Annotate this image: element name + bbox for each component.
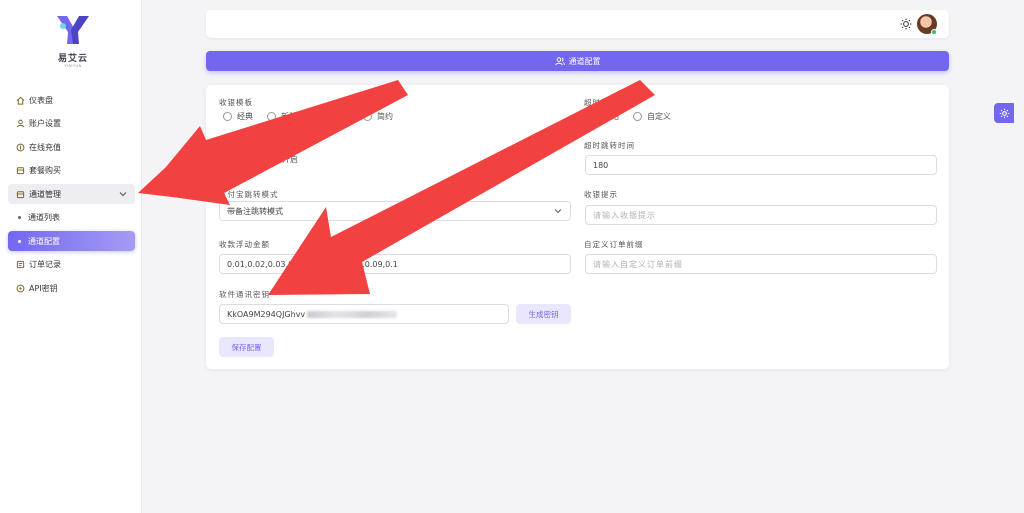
sun-icon[interactable]	[900, 18, 912, 30]
logo: 易艾云 YIAIYUN	[48, 14, 98, 70]
logo-mark-icon	[57, 16, 89, 44]
radio-selected[interactable]	[311, 112, 349, 121]
bullet-icon	[18, 216, 21, 219]
sidebar-item-label: 通道管理	[29, 189, 61, 199]
timeout-mode-radios: 本站 自定义	[589, 111, 685, 122]
sidebar-item-label: 套餐购买	[29, 166, 61, 175]
sidebar-item-channel-manage[interactable]: 通道管理	[8, 184, 135, 204]
redacted-value	[307, 310, 398, 318]
sidebar-item-label: 通道列表	[28, 213, 60, 222]
soft-key-label: 软件通讯密钥	[219, 290, 270, 299]
page-title: 通道配置	[568, 56, 601, 66]
online-status-dot	[931, 29, 937, 35]
chevron-down-icon	[554, 207, 562, 216]
radio-label: 开启	[282, 155, 298, 164]
sidebar-item-label: 在线充值	[29, 142, 61, 152]
sidebar-item-label: API密钥	[29, 283, 58, 293]
package-icon	[15, 166, 25, 176]
radio-label: 新版	[281, 112, 297, 121]
sidebar-item-orders[interactable]: 订单记录	[8, 255, 135, 275]
channel-icon	[15, 189, 25, 199]
bullet-icon	[18, 239, 21, 243]
page-title-banner: 通道配置	[206, 51, 949, 71]
radio-circle	[633, 112, 642, 121]
timeout-time-input[interactable]: 180	[585, 155, 937, 175]
radio-circle	[363, 112, 372, 121]
enable-toggle-row: 开启	[268, 154, 312, 165]
timeout-time-label: 超时跳转时间	[584, 141, 635, 150]
radio-label: 简约	[377, 112, 393, 121]
radio-simple[interactable]: 简约	[363, 111, 393, 122]
sidebar-item-api-key[interactable]: API密钥	[8, 278, 135, 298]
radio-circle	[311, 112, 320, 121]
chevron-down-icon	[119, 190, 127, 199]
select-value: 带备注跳转模式	[227, 206, 283, 216]
customizer-toggle[interactable]	[994, 103, 1014, 123]
cashier-tip-label: 收银提示	[584, 190, 618, 199]
sidebar-item-label: 通道配置	[28, 236, 60, 246]
radio-enable[interactable]: 开启	[268, 154, 298, 165]
brand-name: 易艾云	[57, 54, 88, 64]
order-icon	[15, 260, 25, 270]
sidebar-item-recharge[interactable]: 在线充值	[8, 137, 135, 157]
key-icon	[15, 283, 25, 293]
config-form-card: 收银模板 经典 新版 简约 开启 超时跳转方式 本站 自定义 超时跳转时间 18…	[206, 85, 949, 369]
sidebar-item-channel-list[interactable]: 通道列表	[8, 208, 135, 228]
radio-label: 自定义	[647, 112, 671, 121]
input-value: KkOA9M294QJGhvv	[227, 309, 306, 319]
radio-local[interactable]: 本站	[589, 111, 619, 122]
sidebar: 易艾云 YIAIYUN 仪表盘 账户设置 在线充值 套餐购买 通道管理 通道列表	[0, 0, 142, 513]
sidebar-item-label: 账户设置	[29, 119, 61, 128]
timeout-mode-label: 超时跳转方式	[584, 98, 635, 107]
radio-circle	[267, 112, 276, 121]
radio-circle	[589, 112, 598, 121]
cashier-template-radios: 经典 新版 简约	[223, 111, 407, 122]
custom-prefix-input[interactable]: 请输入自定义订单前缀	[585, 254, 937, 274]
radio-custom[interactable]: 自定义	[633, 111, 671, 122]
sidebar-item-package[interactable]: 套餐购买	[8, 161, 135, 181]
radio-circle	[223, 112, 232, 121]
save-config-button[interactable]: 保存配置	[219, 337, 274, 357]
sidebar-item-dashboard[interactable]: 仪表盘	[8, 90, 135, 110]
soft-key-input[interactable]: KkOA9M294QJGhvv	[219, 304, 509, 324]
custom-prefix-label: 自定义订单前缀	[584, 240, 644, 249]
sidebar-item-account[interactable]: 账户设置	[8, 114, 135, 134]
alipay-mode-label: 支付宝跳转模式	[219, 190, 279, 199]
input-value-start: 0.01,0.02,0.03,0	[227, 259, 294, 269]
coin-icon	[15, 142, 25, 152]
alipay-mode-select[interactable]: 带备注跳转模式	[219, 201, 571, 221]
top-navbar	[206, 10, 949, 38]
sidebar-item-label: 仪表盘	[29, 95, 53, 105]
brand-sub: YIAIYUN	[64, 64, 82, 68]
user-icon	[15, 119, 25, 129]
radio-circle	[268, 155, 277, 164]
sidebar-item-label: 订单记录	[29, 260, 61, 269]
radio-label: 经典	[237, 112, 253, 121]
cashier-template-label: 收银模板	[219, 98, 253, 107]
amount-float-input[interactable]: 0.01,0.02,0.03,0 3,0.09,0.1	[219, 254, 571, 274]
gear-icon	[999, 108, 1009, 118]
sidebar-item-channel-config[interactable]: 通道配置	[8, 231, 135, 251]
amount-float-label: 收款浮动金额	[219, 240, 270, 249]
home-icon	[15, 95, 25, 105]
generate-key-button[interactable]: 生成密钥	[516, 304, 571, 324]
sidebar-nav: 仪表盘 账户设置 在线充值 套餐购买 通道管理 通道列表 通道配置 订单记录 A…	[8, 90, 135, 302]
input-value-end: 3,0.09,0.1	[357, 259, 398, 269]
users-icon	[554, 56, 565, 66]
radio-classic[interactable]: 经典	[223, 111, 253, 122]
radio-label: 本站	[603, 112, 619, 121]
cashier-tip-input[interactable]: 请输入收银提示	[585, 205, 937, 225]
radio-new[interactable]: 新版	[267, 111, 297, 122]
